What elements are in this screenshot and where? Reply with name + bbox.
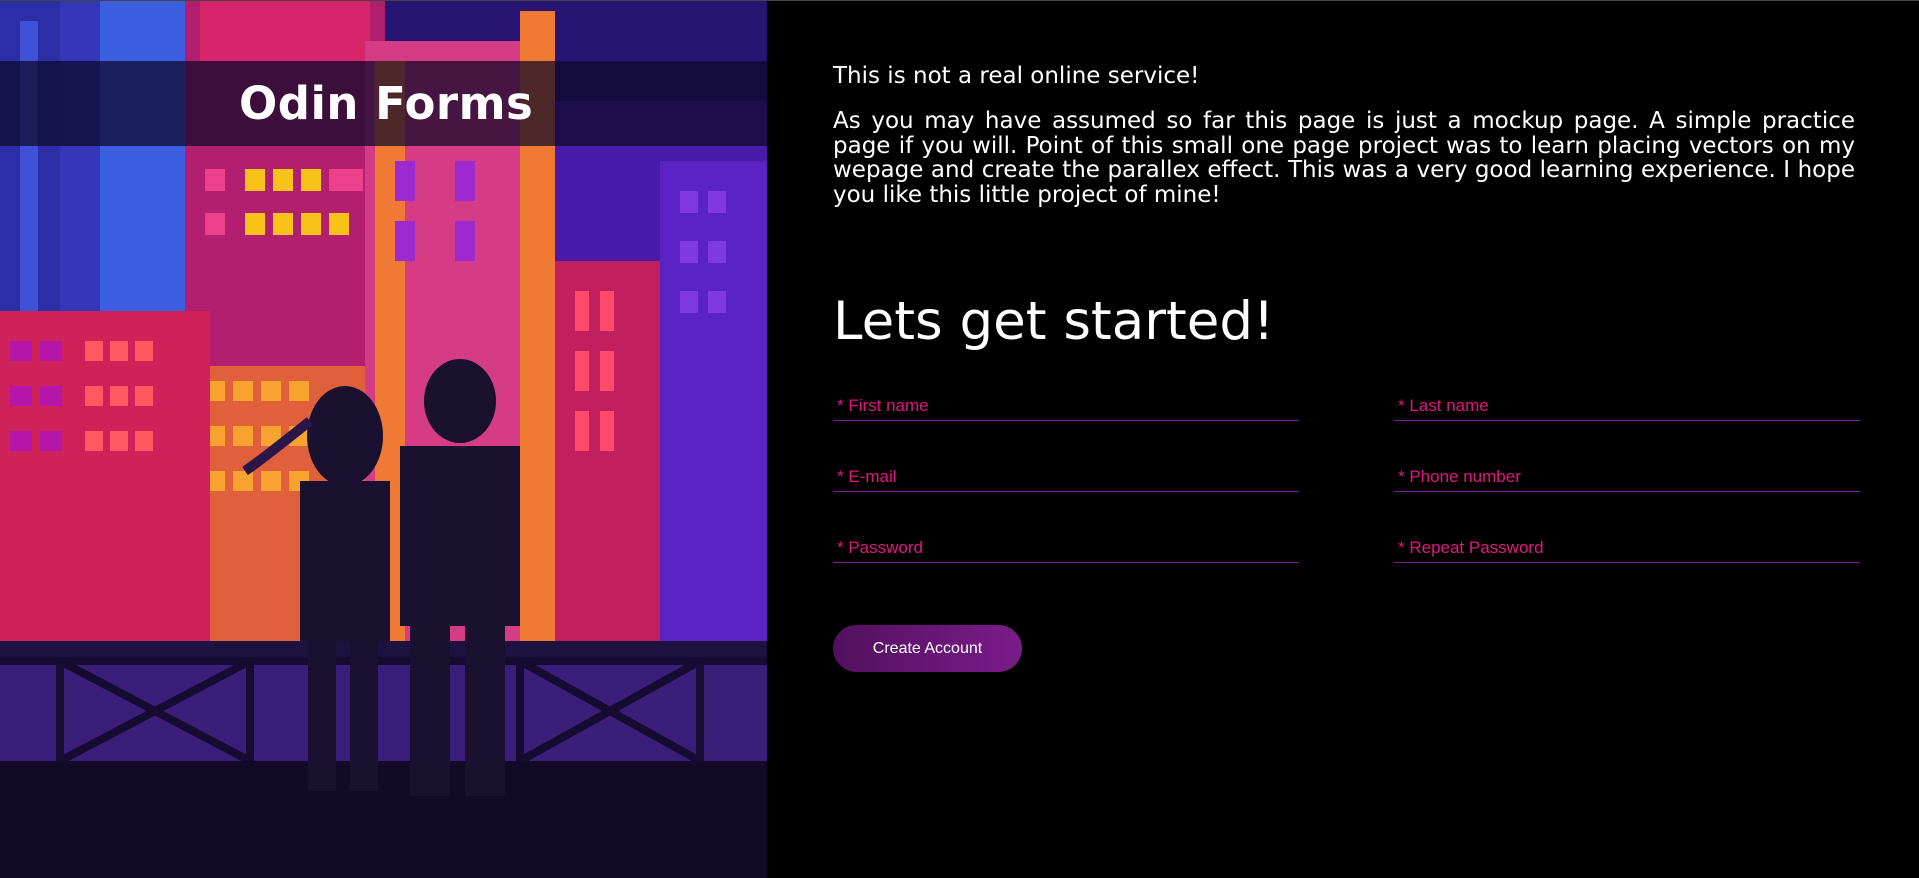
email-input[interactable] [833, 462, 1299, 491]
form-heading: Lets get started! [833, 291, 1275, 352]
create-account-button[interactable]: Create Account [833, 625, 1022, 672]
phone-number-input[interactable] [1394, 462, 1860, 491]
repeat-password-field-wrapper [1394, 533, 1860, 563]
last-name-input[interactable] [1394, 391, 1860, 420]
intro-title: This is not a real online service! [833, 63, 1200, 89]
intro-paragraph: As you may have assumed so far this page… [833, 108, 1855, 208]
last-name-field-wrapper [1394, 391, 1860, 421]
phone-field-wrapper [1394, 462, 1860, 492]
email-field-wrapper [833, 462, 1299, 492]
logo-text: Odin Forms [239, 77, 534, 130]
password-input[interactable] [833, 533, 1299, 562]
hero-illustration-panel: Odin Forms [0, 1, 767, 878]
logo-bar: Odin Forms [0, 61, 767, 146]
password-field-wrapper [833, 533, 1299, 563]
repeat-password-input[interactable] [1394, 533, 1860, 562]
content-panel: This is not a real online service! As yo… [767, 1, 1919, 878]
signup-page: Odin Forms This is not a real online ser… [0, 0, 1919, 878]
first-name-input[interactable] [833, 391, 1299, 420]
first-name-field-wrapper [833, 391, 1299, 421]
